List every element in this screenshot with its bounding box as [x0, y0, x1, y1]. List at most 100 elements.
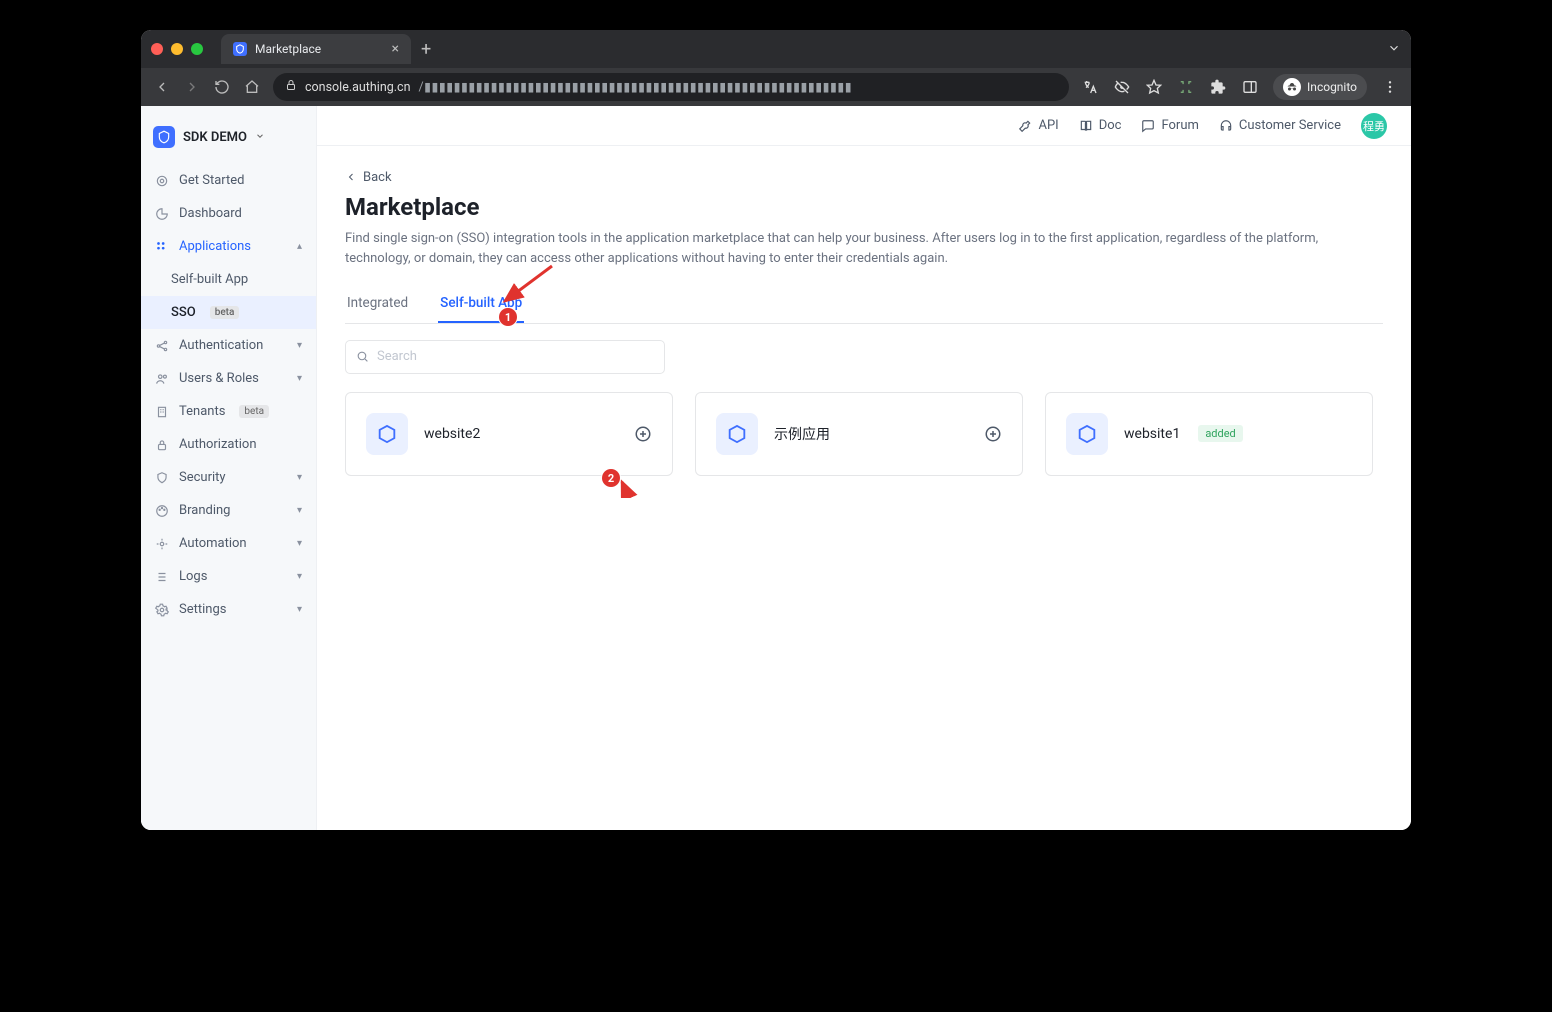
palette-icon: [155, 504, 169, 518]
user-avatar[interactable]: 程勇: [1361, 113, 1387, 139]
close-window-button[interactable]: [151, 43, 163, 55]
sidebar-item-label: Logs: [179, 569, 207, 584]
wrench-icon: [1018, 119, 1032, 133]
sidebar-item-label: Settings: [179, 602, 226, 617]
topbar-forum-link[interactable]: Forum: [1141, 118, 1198, 133]
window-controls: [151, 43, 203, 55]
sidebar: SDK DEMO Get Started Dashboard Applicati…: [141, 106, 317, 830]
tab-integrated[interactable]: Integrated: [345, 287, 410, 323]
back-button[interactable]: [153, 79, 171, 95]
arrow-left-icon: [345, 171, 357, 183]
page-title: Marketplace: [345, 193, 1383, 221]
home-button[interactable]: [243, 79, 261, 95]
add-app-button[interactable]: [634, 425, 652, 443]
topbar-label: Doc: [1099, 118, 1122, 133]
tab-title: Marketplace: [255, 42, 321, 56]
chevron-down-icon: ▾: [297, 373, 302, 384]
topbar-label: Customer Service: [1239, 118, 1341, 133]
back-label: Back: [363, 170, 392, 185]
sidebar-item-label: Tenants: [179, 404, 225, 419]
sidebar-item-users-roles[interactable]: Users & Roles ▾: [141, 362, 316, 395]
forward-button[interactable]: [183, 79, 201, 95]
search-input[interactable]: [377, 349, 654, 364]
reload-button[interactable]: [213, 79, 231, 95]
maximize-window-button[interactable]: [191, 43, 203, 55]
tabs-overflow-button[interactable]: [1387, 40, 1401, 59]
bookmark-star-icon[interactable]: [1145, 78, 1163, 96]
avatar-text: 程勇: [1363, 118, 1385, 134]
chevron-down-icon: ▾: [297, 604, 302, 615]
app-icon: [1066, 413, 1108, 455]
back-link[interactable]: Back: [345, 170, 392, 185]
beta-badge: beta: [239, 405, 269, 418]
sidebar-item-label: Branding: [179, 503, 230, 518]
gear-icon: [155, 603, 169, 617]
chevron-down-icon: [255, 130, 265, 145]
app-icon: [716, 413, 758, 455]
chevron-down-icon: ▾: [297, 505, 302, 516]
annotation-arrow: [497, 261, 557, 309]
topbar-customer-service-link[interactable]: Customer Service: [1219, 118, 1341, 133]
shield-icon: [155, 471, 169, 485]
sidebar-item-branding[interactable]: Branding ▾: [141, 494, 316, 527]
url-path-obscured: /▮▮▮▮▮▮▮▮▮▮▮▮▮▮▮▮▮▮▮▮▮▮▮▮▮▮▮▮▮▮▮▮▮▮▮▮▮▮▮…: [419, 79, 853, 95]
sidebar-item-automation[interactable]: Automation ▾: [141, 527, 316, 560]
sidebar-item-settings[interactable]: Settings ▾: [141, 593, 316, 626]
topbar-label: Forum: [1161, 118, 1198, 133]
sidebar-item-label: Automation: [179, 536, 247, 551]
chevron-down-icon: ▾: [297, 340, 302, 351]
app-card[interactable]: website1 added: [1045, 392, 1373, 476]
pie-chart-icon: [155, 207, 169, 221]
sidebar-item-tenants[interactable]: Tenants beta: [141, 395, 316, 428]
sidebar-item-logs[interactable]: Logs ▾: [141, 560, 316, 593]
headset-icon: [1219, 119, 1233, 133]
chevron-up-icon: ▴: [297, 241, 302, 252]
search-box[interactable]: [345, 340, 665, 374]
app-card[interactable]: 示例应用: [695, 392, 1023, 476]
sidebar-item-authorization[interactable]: Authorization: [141, 428, 316, 461]
close-tab-button[interactable]: ×: [392, 41, 399, 57]
sidebar-item-label: Authentication: [179, 338, 263, 353]
sidebar-item-applications[interactable]: Applications ▴: [141, 230, 316, 263]
chevron-down-icon: ▾: [297, 538, 302, 549]
add-app-button[interactable]: [984, 425, 1002, 443]
browser-tab[interactable]: Marketplace ×: [221, 34, 411, 64]
chevron-down-icon: ▾: [297, 472, 302, 483]
panel-icon[interactable]: [1241, 78, 1259, 96]
list-icon: [155, 570, 169, 584]
sidebar-item-sso[interactable]: SSO beta: [141, 296, 316, 329]
qrcode-icon[interactable]: [1177, 78, 1195, 96]
topbar-api-link[interactable]: API: [1018, 118, 1058, 133]
topbar-label: API: [1038, 118, 1058, 133]
app-name: website1: [1124, 426, 1180, 442]
target-icon: [155, 174, 169, 188]
topbar-doc-link[interactable]: Doc: [1079, 118, 1122, 133]
eye-off-icon[interactable]: [1113, 78, 1131, 96]
lock-icon: [285, 79, 297, 95]
sidebar-item-authentication[interactable]: Authentication ▾: [141, 329, 316, 362]
book-icon: [1079, 119, 1093, 133]
extensions-icon[interactable]: [1209, 78, 1227, 96]
browser-menu-button[interactable]: [1381, 78, 1399, 96]
workspace-switcher[interactable]: SDK DEMO: [141, 116, 316, 164]
browser-address-bar: console.authing.cn/▮▮▮▮▮▮▮▮▮▮▮▮▮▮▮▮▮▮▮▮▮…: [141, 68, 1411, 106]
translate-icon[interactable]: [1081, 78, 1099, 96]
workspace-icon: [153, 126, 175, 148]
url-field[interactable]: console.authing.cn/▮▮▮▮▮▮▮▮▮▮▮▮▮▮▮▮▮▮▮▮▮…: [273, 73, 1069, 101]
topbar: API Doc Forum Customer Service 程勇: [317, 106, 1411, 146]
sidebar-item-label: Dashboard: [179, 206, 242, 221]
sidebar-item-label: Authorization: [179, 437, 257, 452]
added-badge: added: [1198, 425, 1242, 442]
sidebar-item-dashboard[interactable]: Dashboard: [141, 197, 316, 230]
sidebar-item-self-built-app[interactable]: Self-built App: [141, 263, 316, 296]
app-card[interactable]: website2: [345, 392, 673, 476]
incognito-indicator[interactable]: Incognito: [1273, 74, 1367, 100]
new-tab-button[interactable]: +: [421, 39, 431, 60]
sidebar-item-get-started[interactable]: Get Started: [141, 164, 316, 197]
sidebar-item-security[interactable]: Security ▾: [141, 461, 316, 494]
lock-icon: [155, 438, 169, 452]
minimize-window-button[interactable]: [171, 43, 183, 55]
automation-icon: [155, 537, 169, 551]
apps-icon: [155, 240, 169, 254]
sidebar-item-label: Users & Roles: [179, 371, 259, 386]
